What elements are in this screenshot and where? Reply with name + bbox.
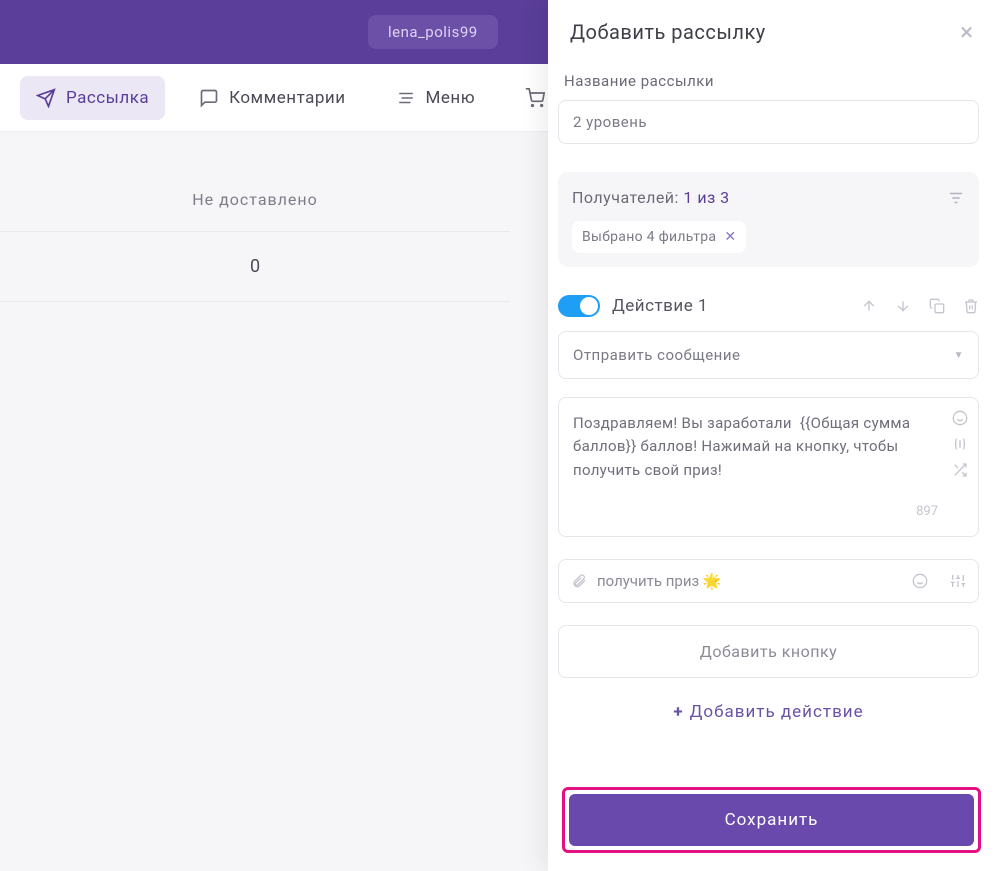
modal-body: Название рассылки Получателей: 1 из 3 Вы… [548, 62, 995, 775]
filter-chip[interactable]: Выбрано 4 фильтра ✕ [572, 221, 746, 253]
save-button[interactable]: Сохранить [569, 794, 974, 846]
filter-icon[interactable] [947, 189, 965, 207]
recipients-box: Получателей: 1 из 3 Выбрано 4 фильтра ✕ [558, 172, 979, 267]
variable-icon[interactable] [952, 436, 968, 452]
button-preview-row[interactable]: получить приз 🌟 [558, 559, 979, 603]
tab-label: Комментарии [229, 88, 345, 108]
stats-value: 0 [0, 232, 510, 302]
trash-icon[interactable] [963, 298, 979, 314]
filter-chip-label: Выбрано 4 фильтра [582, 229, 716, 245]
attach-icon [571, 573, 587, 589]
comment-icon [199, 88, 219, 108]
action-toggle[interactable] [558, 295, 600, 317]
message-side-tools [952, 410, 968, 478]
tab-comments[interactable]: Комментарии [183, 76, 361, 120]
action-toolbar [861, 298, 979, 314]
chevron-down-icon: ▼ [954, 350, 964, 361]
broadcast-name-input[interactable] [558, 100, 979, 144]
add-action-label: Добавить действие [690, 702, 864, 722]
account-chip[interactable]: lena_polis99 [368, 15, 498, 49]
move-down-icon[interactable] [895, 298, 911, 314]
stats-header: Не доставлено [0, 132, 510, 232]
sliders-icon[interactable] [950, 573, 966, 589]
move-up-icon[interactable] [861, 298, 877, 314]
message-text: Поздравляем! Вы заработали {{Общая сумма… [573, 412, 938, 482]
copy-icon[interactable] [929, 298, 945, 314]
recipients-text: Получателей: 1 из 3 [572, 188, 730, 207]
message-box[interactable]: Поздравляем! Вы заработали {{Общая сумма… [558, 397, 979, 537]
char-count: 897 [573, 502, 938, 521]
action-title: Действие 1 [612, 296, 849, 316]
recipients-count: 1 из 3 [683, 188, 729, 207]
cart-icon [525, 88, 545, 108]
tab-label: Рассылка [66, 88, 149, 108]
modal-footer: Сохранить [548, 775, 995, 871]
plus-icon: + [673, 702, 683, 722]
close-icon[interactable]: × [960, 20, 973, 44]
tab-label: Меню [426, 88, 476, 108]
clear-filter-icon[interactable]: ✕ [724, 229, 736, 245]
recipients-label: Получателей: [572, 188, 683, 207]
send-icon [36, 88, 56, 108]
action-type-select[interactable]: Отправить сообщение ▼ [558, 331, 979, 379]
tab-menu[interactable]: Меню [380, 76, 492, 120]
emoji-icon[interactable] [952, 410, 968, 426]
modal-header: Добавить рассылку × [548, 0, 995, 62]
emoji-icon[interactable] [912, 573, 928, 589]
button-preview-label: получить приз 🌟 [597, 572, 722, 590]
action-header: Действие 1 [558, 295, 979, 317]
add-broadcast-modal: Добавить рассылку × Название рассылки По… [548, 0, 995, 871]
action-type-label: Отправить сообщение [573, 346, 740, 364]
name-label: Название рассылки [564, 72, 979, 90]
modal-title: Добавить рассылку [570, 20, 766, 44]
add-action[interactable]: + Добавить действие [558, 678, 979, 738]
add-button-row[interactable]: Добавить кнопку [558, 625, 979, 678]
tab-broadcast[interactable]: Рассылка [20, 76, 165, 120]
menu-lines-icon [396, 88, 416, 108]
shuffle-icon[interactable] [952, 462, 968, 478]
save-highlight: Сохранить [562, 787, 981, 853]
